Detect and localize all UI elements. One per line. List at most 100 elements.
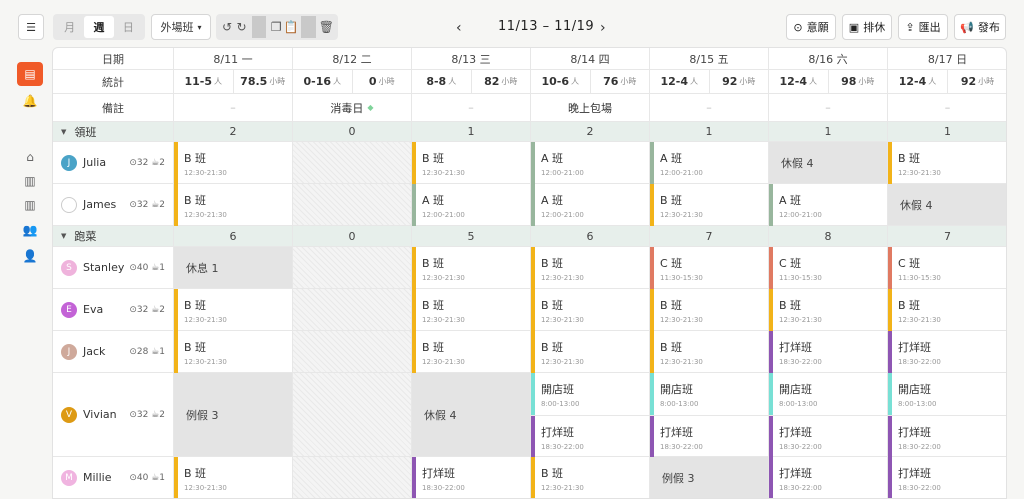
schedule-cell[interactable]: C 班 11:30-15:30 — [769, 247, 888, 289]
day-header[interactable]: 8/17 日 — [888, 48, 1006, 69]
schedule-cell[interactable]: B 班 12:30-21:30 — [531, 247, 650, 289]
schedule-cell[interactable]: B 班 12:30-21:30 — [888, 142, 1006, 184]
user-settings-icon[interactable]: 👤 — [14, 245, 46, 267]
next-week-icon[interactable]: › — [600, 20, 606, 36]
schedule-cell[interactable]: 打烊班 18:30-22:00 — [888, 331, 1006, 373]
schedule-cell[interactable]: 休假 4 — [412, 373, 531, 456]
undo-icon[interactable]: ↺ — [220, 16, 234, 38]
schedule-cell[interactable]: A 班 12:00-21:00 — [531, 184, 650, 226]
shift-block[interactable]: B 班 12:30-21:30 — [174, 289, 292, 331]
schedule-cell[interactable]: 打烊班 18:30-22:00 — [769, 457, 888, 498]
note-cell[interactable]: – — [888, 94, 1006, 121]
shift-block[interactable]: C 班 11:30-15:30 — [888, 247, 1006, 289]
employee-cell[interactable]: S Stanley ⊙40 ☕1 — [53, 247, 174, 288]
group-toggle[interactable]: ▼ 跑菜 — [53, 226, 174, 246]
schedule-cell[interactable]: 例假 3 — [174, 373, 293, 456]
day-header[interactable]: 8/16 六 — [769, 48, 888, 69]
schedule-cell[interactable]: B 班 12:30-21:30 — [412, 142, 531, 184]
redo-icon[interactable]: ↻ — [234, 16, 248, 38]
view-month-tab[interactable]: 月 — [55, 16, 84, 38]
shift-block[interactable]: B 班 12:30-21:30 — [412, 289, 530, 331]
shift-block[interactable]: B 班 12:30-21:30 — [412, 331, 530, 373]
shift-block[interactable]: 開店班 8:00-13:00 — [888, 373, 1006, 415]
view-week-tab[interactable]: 週 — [84, 16, 114, 38]
leave-block[interactable]: 例假 3 — [174, 373, 292, 456]
schedule-cell[interactable]: 開店班 8:00-13:00 打烊班 18:30-22:00 — [531, 373, 650, 457]
schedule-cell[interactable]: B 班 12:30-21:30 — [650, 184, 769, 226]
schedule-cell[interactable]: 開店班 8:00-13:00 打烊班 18:30-22:00 — [888, 373, 1006, 457]
schedule-cell[interactable]: B 班 12:30-21:30 — [174, 289, 293, 331]
schedule-cell[interactable]: 打烊班 18:30-22:00 — [769, 331, 888, 373]
export-button[interactable]: ⇪ 匯出 — [898, 14, 948, 40]
prev-week-icon[interactable]: ‹ — [456, 20, 462, 36]
shift-block[interactable]: A 班 12:00-21:00 — [650, 142, 768, 184]
employee-cell[interactable]: J Julia ⊙32 ☕2 — [53, 142, 174, 183]
schedule-cell[interactable]: 休息 1 — [174, 247, 293, 288]
schedule-cell[interactable]: B 班 12:30-21:30 — [174, 331, 293, 373]
schedule-cell[interactable]: A 班 12:00-21:00 — [650, 142, 769, 184]
schedule-off-button[interactable]: ▣ 排休 — [842, 14, 892, 40]
note-cell[interactable]: – — [174, 94, 293, 121]
document-icon[interactable]: ▥ — [14, 170, 46, 192]
group-toggle[interactable]: ▼ 領班 — [53, 122, 174, 141]
note-cell[interactable]: – — [769, 94, 888, 121]
shift-block[interactable]: 打烊班 18:30-22:00 — [531, 415, 649, 457]
shift-block[interactable]: A 班 12:00-21:00 — [531, 142, 649, 184]
schedule-cell[interactable]: B 班 12:30-21:30 — [174, 142, 293, 184]
employee-cell[interactable]: James ⊙32 ☕2 — [53, 184, 174, 225]
shift-block[interactable]: B 班 12:30-21:30 — [174, 184, 292, 226]
day-header[interactable]: 8/13 三 — [412, 48, 531, 69]
users-icon[interactable]: 👥 — [14, 219, 46, 241]
day-header[interactable]: 8/15 五 — [650, 48, 769, 69]
employee-cell[interactable]: M Millie ⊙40 ☕1 — [53, 457, 174, 498]
schedule-cell[interactable]: A 班 12:00-21:00 — [769, 184, 888, 226]
shift-block[interactable]: B 班 12:30-21:30 — [531, 331, 649, 373]
schedule-cell[interactable]: 打烊班 18:30-22:00 — [888, 457, 1006, 498]
menu-icon[interactable]: ☰ — [18, 14, 44, 40]
employee-cell[interactable]: E Eva ⊙32 ☕2 — [53, 289, 174, 330]
schedule-cell[interactable]: B 班 12:30-21:30 — [412, 331, 531, 373]
schedule-cell[interactable]: B 班 12:30-21:30 — [650, 331, 769, 373]
schedule-cell[interactable]: A 班 12:00-21:00 — [531, 142, 650, 184]
shift-type-select[interactable]: 外場班 ▾ — [151, 14, 211, 40]
paste-icon[interactable]: 📋 — [283, 16, 298, 38]
shift-block[interactable]: B 班 12:30-21:30 — [531, 247, 649, 289]
schedule-cell[interactable]: B 班 12:30-21:30 — [531, 331, 650, 373]
employee-cell[interactable]: J Jack ⊙28 ☕1 — [53, 331, 174, 372]
shift-block[interactable]: C 班 11:30-15:30 — [650, 247, 768, 289]
schedule-cell[interactable]: 休假 4 — [769, 142, 888, 183]
note-cell[interactable]: – — [650, 94, 769, 121]
schedule-cell[interactable]: 例假 3 — [650, 457, 769, 498]
schedule-cell[interactable]: 打烊班 18:30-22:00 — [412, 457, 531, 498]
leave-block[interactable]: 休假 4 — [412, 373, 530, 456]
day-header[interactable]: 8/14 四 — [531, 48, 650, 69]
schedule-cell[interactable]: B 班 12:30-21:30 — [412, 289, 531, 331]
shift-block[interactable]: 開店班 8:00-13:00 — [650, 373, 768, 415]
note-cell[interactable]: 晚上包場 — [531, 94, 650, 121]
schedule-cell[interactable]: B 班 12:30-21:30 — [531, 457, 650, 498]
schedule-cell[interactable]: 開店班 8:00-13:00 打烊班 18:30-22:00 — [650, 373, 769, 457]
shift-block[interactable]: A 班 12:00-21:00 — [412, 184, 530, 226]
schedule-cell[interactable]: 休假 4 — [888, 184, 1006, 225]
schedule-icon[interactable]: ▤ — [17, 62, 43, 86]
shift-block[interactable]: 打烊班 18:30-22:00 — [412, 457, 530, 498]
shift-block[interactable]: 打烊班 18:30-22:00 — [769, 331, 887, 373]
day-header[interactable]: 8/11 一 — [174, 48, 293, 69]
schedule-cell[interactable]: C 班 11:30-15:30 — [888, 247, 1006, 289]
shift-block[interactable]: B 班 12:30-21:30 — [174, 331, 292, 373]
shift-block[interactable]: 打烊班 18:30-22:00 — [769, 457, 887, 498]
shift-block[interactable]: 打烊班 18:30-22:00 — [888, 331, 1006, 373]
copy-icon[interactable]: ❐ — [269, 16, 283, 38]
day-header[interactable]: 8/12 二 — [293, 48, 412, 69]
file-icon[interactable]: ▥ — [14, 194, 46, 216]
wish-button[interactable]: ⊙ 意願 — [786, 14, 836, 40]
shift-block[interactable]: B 班 12:30-21:30 — [174, 457, 292, 498]
leave-block[interactable]: 休假 4 — [769, 142, 887, 183]
shift-block[interactable]: B 班 12:30-21:30 — [412, 142, 530, 184]
shift-block[interactable]: 開店班 8:00-13:00 — [531, 373, 649, 415]
schedule-cell[interactable]: B 班 12:30-21:30 — [174, 457, 293, 498]
schedule-cell[interactable]: B 班 12:30-21:30 — [769, 289, 888, 331]
shift-block[interactable]: B 班 12:30-21:30 — [531, 289, 649, 331]
schedule-cell[interactable]: B 班 12:30-21:30 — [412, 247, 531, 289]
shift-block[interactable]: 打烊班 18:30-22:00 — [769, 415, 887, 457]
